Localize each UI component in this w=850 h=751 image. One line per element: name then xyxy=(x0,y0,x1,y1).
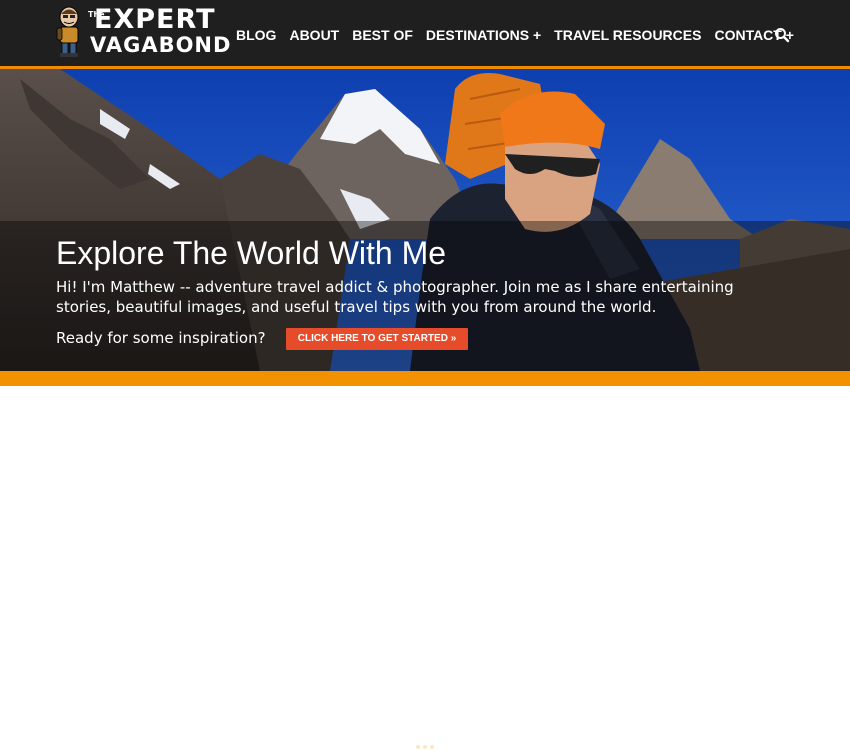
logo-line1: EXPERT xyxy=(94,4,216,35)
get-started-button[interactable]: CLICK HERE TO GET STARTED » xyxy=(286,328,468,350)
hero-footer-bar xyxy=(0,371,850,749)
mascot-icon xyxy=(56,6,79,57)
slide-dots xyxy=(416,745,436,751)
site-header: The EXPERT VAGABOND BLOG ABOUT BEST OF D… xyxy=(0,0,850,66)
nav-item-best-of[interactable]: BEST OF xyxy=(352,26,413,44)
site-logo[interactable]: The EXPERT VAGABOND xyxy=(50,4,230,62)
slide-dot[interactable] xyxy=(430,745,434,749)
nav-item-blog[interactable]: BLOG xyxy=(236,26,276,44)
search-icon[interactable] xyxy=(774,27,790,43)
hero-banner: Explore The World With Me Hi! I'm Matthe… xyxy=(0,69,850,371)
logo-line2: VAGABOND xyxy=(90,33,232,57)
hero-description: Hi! I'm Matthew -- adventure travel addi… xyxy=(56,278,734,316)
main-nav: BLOG ABOUT BEST OF DESTINATIONS + TRAVEL… xyxy=(236,26,807,44)
slide-dot[interactable] xyxy=(416,745,420,749)
hero-prompt: Ready for some inspiration? xyxy=(56,329,266,347)
nav-item-destinations[interactable]: DESTINATIONS + xyxy=(426,26,541,44)
slide-dot[interactable] xyxy=(423,745,427,749)
nav-item-travel-resources[interactable]: TRAVEL RESOURCES xyxy=(554,26,701,44)
hero-title: Explore The World With Me xyxy=(56,235,447,271)
nav-item-about[interactable]: ABOUT xyxy=(289,26,339,44)
